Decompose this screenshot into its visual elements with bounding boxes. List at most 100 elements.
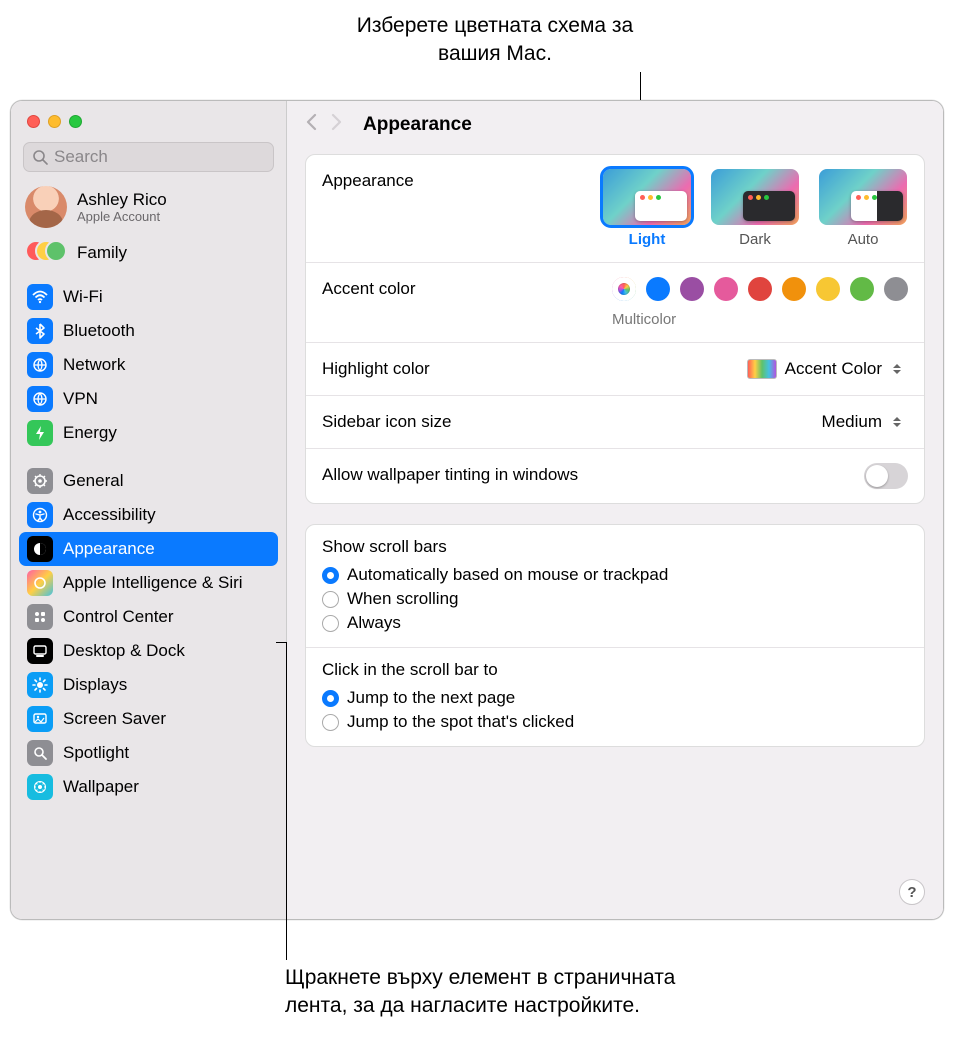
settings-window: Search Ashley Rico Apple Account Family … (10, 100, 944, 920)
appearance-option-label: Light (629, 231, 666, 248)
appearance-option-auto[interactable]: Auto (818, 169, 908, 248)
accent-selected-label: Multicolor (612, 311, 676, 328)
callout-bottom: Щракнете върху елемент в страничната лен… (285, 964, 705, 1021)
accent-swatch-4[interactable] (748, 277, 772, 301)
sidebar-item-label: Apple Intelligence & Siri (63, 573, 243, 593)
sidebar-list: Wi-Fi Bluetooth Network VPN Energy General Acc… (11, 276, 286, 808)
highlight-popup[interactable]: Accent Color (740, 357, 908, 381)
account-name: Ashley Rico (77, 190, 167, 210)
radio-option[interactable]: Always (322, 611, 908, 635)
sidebar-item-screen-saver[interactable]: Screen Saver (19, 702, 278, 736)
sidebar-item-apple-intelligence[interactable]: Apple Intelligence & Siri (19, 566, 278, 600)
network-icon (27, 352, 53, 378)
appearance-option-label: Dark (739, 231, 771, 248)
radio-option[interactable]: Jump to the next page (322, 686, 908, 710)
general-icon (27, 468, 53, 494)
close-button[interactable] (27, 115, 40, 128)
sidebar-item-label: Bluetooth (63, 321, 135, 341)
sidebar-item-accessibility[interactable]: Accessibility (19, 498, 278, 532)
forward-button[interactable] (329, 113, 343, 136)
accessibility-icon (27, 502, 53, 528)
tinting-row: Allow wallpaper tinting in windows (306, 449, 924, 503)
sidebar-size-label: Sidebar icon size (322, 410, 451, 432)
accent-swatch-7[interactable] (850, 277, 874, 301)
sidebar-item-displays[interactable]: Displays (19, 668, 278, 702)
radio-option[interactable]: When scrolling (322, 587, 908, 611)
sidebar: Search Ashley Rico Apple Account Family … (11, 101, 287, 919)
appearance-option-light[interactable]: Light (602, 169, 692, 248)
desktop-dock-icon (27, 638, 53, 664)
screen-saver-icon (27, 706, 53, 732)
popup-arrows-icon (890, 360, 905, 378)
scroll-panel: Show scroll bars Automatically based on … (305, 524, 925, 747)
accent-swatch-5[interactable] (782, 277, 806, 301)
back-button[interactable] (305, 113, 319, 136)
highlight-row: Highlight color Accent Color (306, 343, 924, 396)
appearance-option-dark[interactable]: Dark (710, 169, 800, 248)
radio-indicator (322, 567, 339, 584)
sidebar-item-label: Displays (63, 675, 127, 695)
accent-swatch-8[interactable] (884, 277, 908, 301)
sidebar-item-desktop-dock[interactable]: Desktop & Dock (19, 634, 278, 668)
accent-row: Accent color Multicolor (306, 263, 924, 343)
tinting-toggle[interactable] (864, 463, 908, 489)
scroll-bars-block: Show scroll bars Automatically based on … (306, 525, 924, 647)
sidebar-item-appearance[interactable]: Appearance (19, 532, 278, 566)
bluetooth-icon (27, 318, 53, 344)
sidebar-item-general[interactable]: General (19, 464, 278, 498)
sidebar-item-energy[interactable]: Energy (19, 416, 278, 450)
wifi-icon (27, 284, 53, 310)
appearance-panel: Appearance LightDarkAuto Accent color Mu… (305, 154, 925, 504)
sidebar-size-row: Sidebar icon size Medium (306, 396, 924, 449)
appearance-option-label: Auto (848, 231, 879, 248)
sidebar-item-spotlight[interactable]: Spotlight (19, 736, 278, 770)
sidebar-item-vpn[interactable]: VPN (19, 382, 278, 416)
accent-swatch-3[interactable] (714, 277, 738, 301)
sidebar-item-wallpaper[interactable]: Wallpaper (19, 770, 278, 804)
sidebar-item-label: VPN (63, 389, 98, 409)
radio-indicator (322, 615, 339, 632)
radio-option[interactable]: Automatically based on mouse or trackpad (322, 563, 908, 587)
sidebar-item-label: Appearance (63, 539, 155, 559)
sidebar-item-label: General (63, 471, 123, 491)
radio-label: Always (347, 613, 401, 633)
accent-swatch-0[interactable] (612, 277, 636, 301)
popup-arrows-icon (890, 413, 905, 431)
accent-swatch-1[interactable] (646, 277, 670, 301)
family-row[interactable]: Family (11, 234, 286, 276)
highlight-label: Highlight color (322, 357, 430, 379)
zoom-button[interactable] (69, 115, 82, 128)
avatar (25, 186, 67, 228)
family-icon (25, 240, 67, 266)
search-input[interactable]: Search (23, 142, 274, 172)
sidebar-item-wifi[interactable]: Wi-Fi (19, 280, 278, 314)
spotlight-icon (27, 740, 53, 766)
apple-account-row[interactable]: Ashley Rico Apple Account (11, 182, 286, 234)
minimize-button[interactable] (48, 115, 61, 128)
callout-top: Изберете цветната схема за вашия Mac. (335, 12, 655, 69)
appearance-thumb-light (603, 169, 691, 225)
accent-swatch-2[interactable] (680, 277, 704, 301)
help-button[interactable]: ? (899, 879, 925, 905)
vpn-icon (27, 386, 53, 412)
sidebar-size-value: Medium (822, 412, 882, 432)
sidebar-size-popup[interactable]: Medium (815, 410, 908, 434)
radio-indicator (322, 714, 339, 731)
apple-intelligence-icon (27, 570, 53, 596)
highlight-swatch (747, 359, 777, 379)
sidebar-item-control-center[interactable]: Control Center (19, 600, 278, 634)
search-placeholder: Search (54, 147, 108, 167)
sidebar-item-bluetooth[interactable]: Bluetooth (19, 314, 278, 348)
appearance-icon (27, 536, 53, 562)
sidebar-item-label: Desktop & Dock (63, 641, 185, 661)
content-pane: Appearance Appearance LightDarkAuto Acce… (287, 101, 943, 919)
window-controls (11, 101, 286, 138)
radio-option[interactable]: Jump to the spot that's clicked (322, 710, 908, 734)
radio-indicator (322, 591, 339, 608)
sidebar-item-network[interactable]: Network (19, 348, 278, 382)
radio-label: Automatically based on mouse or trackpad (347, 565, 668, 585)
radio-label: Jump to the spot that's clicked (347, 712, 574, 732)
search-icon (32, 149, 48, 165)
sidebar-item-label: Control Center (63, 607, 174, 627)
accent-swatch-6[interactable] (816, 277, 840, 301)
